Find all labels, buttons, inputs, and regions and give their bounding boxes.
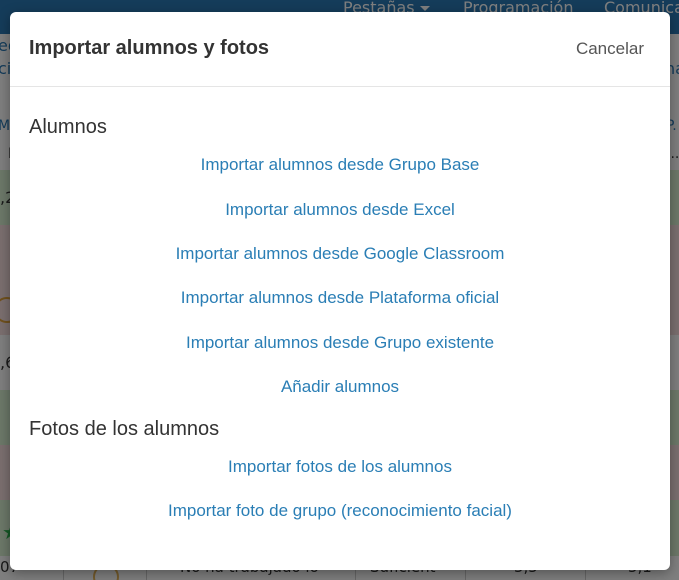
section-title-fotos: Fotos de los alumnos — [29, 418, 220, 440]
list-item: Importar foto de grupo (reconocimiento f… — [10, 501, 670, 521]
import-from-google-classroom-link[interactable]: Importar alumnos desde Google Classroom — [176, 244, 505, 263]
modal-title: Importar alumnos y fotos — [29, 37, 270, 59]
list-item: Importar fotos de los alumnos — [10, 457, 670, 477]
import-from-excel-link[interactable]: Importar alumnos desde Excel — [225, 200, 455, 219]
add-students-link[interactable]: Añadir alumnos — [281, 377, 399, 396]
list-item: Importar alumnos desde Google Classroom — [10, 244, 670, 264]
import-from-base-group-link[interactable]: Importar alumnos desde Grupo Base — [201, 155, 480, 174]
list-item: Añadir alumnos — [10, 377, 670, 397]
import-modal: Importar alumnos y fotos Cancelar Alumno… — [10, 12, 670, 570]
import-from-existing-group-link[interactable]: Importar alumnos desde Grupo existente — [186, 333, 494, 352]
section-title-alumnos: Alumnos — [29, 116, 107, 138]
import-student-photos-link[interactable]: Importar fotos de los alumnos — [228, 457, 452, 476]
modal-header: Importar alumnos y fotos Cancelar — [10, 12, 670, 87]
list-item: Importar alumnos desde Grupo existente — [10, 333, 670, 353]
list-item: Importar alumnos desde Grupo Base — [10, 155, 670, 175]
list-item: Importar alumnos desde Plataforma oficia… — [10, 288, 670, 308]
list-item: Importar alumnos desde Excel — [10, 200, 670, 220]
import-from-official-platform-link[interactable]: Importar alumnos desde Plataforma oficia… — [181, 288, 499, 307]
import-group-photo-link[interactable]: Importar foto de grupo (reconocimiento f… — [168, 501, 512, 520]
cancel-button[interactable]: Cancelar — [576, 39, 644, 59]
